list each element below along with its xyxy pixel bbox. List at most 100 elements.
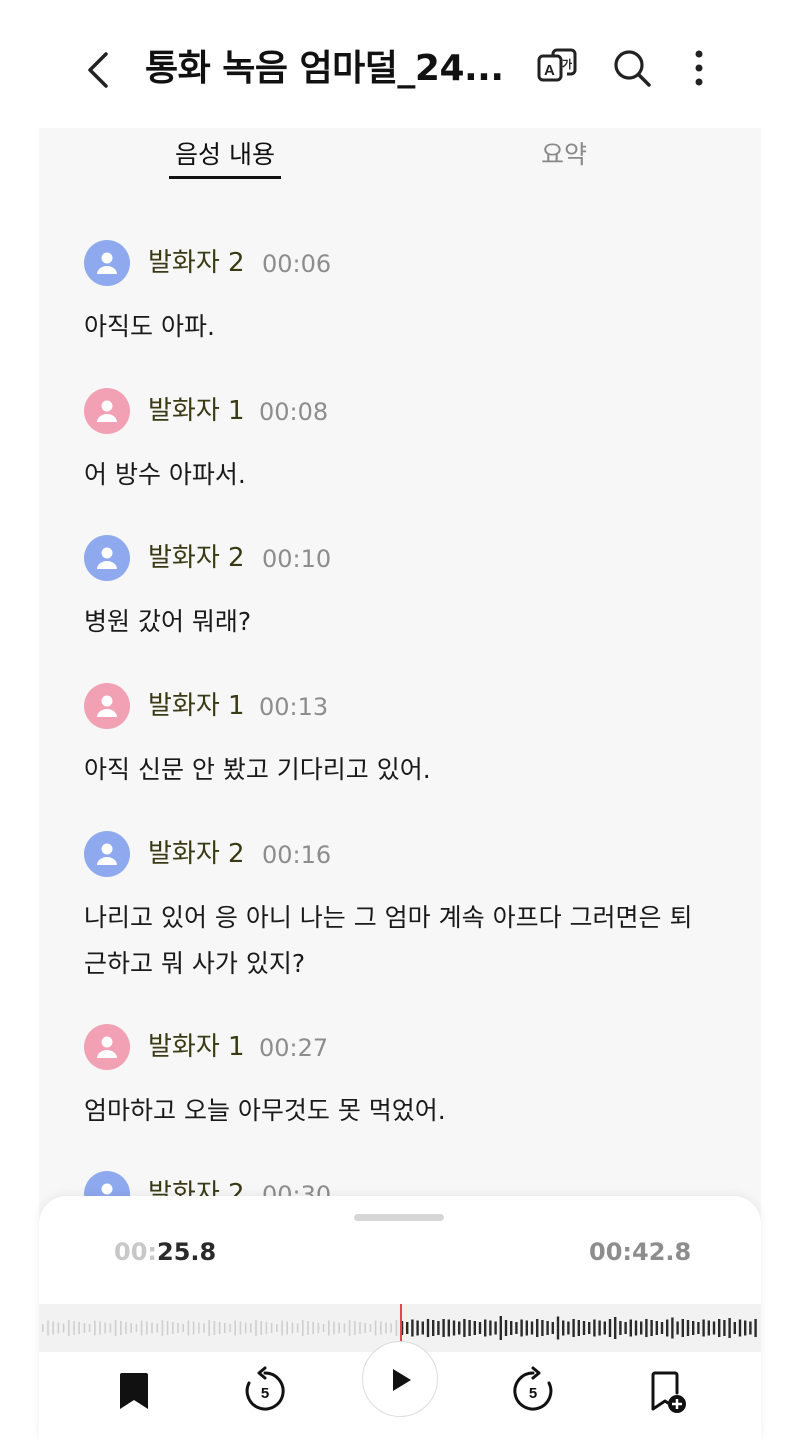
waveform-bar	[125, 1322, 127, 1334]
waveform-bar	[52, 1321, 54, 1335]
waveform-bar	[151, 1322, 153, 1334]
waveform-bar	[203, 1323, 205, 1333]
speaker-name: 발화자 2	[148, 543, 245, 573]
waveform-bar	[702, 1319, 705, 1337]
waveform-bar	[369, 1324, 372, 1332]
waveform-bar	[385, 1322, 387, 1334]
waveform-bar	[406, 1322, 409, 1334]
waveform-bar	[473, 1321, 476, 1335]
waveform-bar	[57, 1322, 60, 1334]
total-time: 00:42.8	[589, 1238, 692, 1266]
timestamp: 00:06	[262, 250, 332, 278]
tab-summary[interactable]: 요약	[529, 138, 599, 172]
play-button[interactable]	[362, 1341, 438, 1417]
person-icon	[97, 1036, 117, 1058]
waveform-bar	[343, 1323, 346, 1333]
back-button[interactable]	[80, 48, 120, 92]
waveform-bar	[598, 1320, 601, 1336]
waveform-bar	[78, 1322, 80, 1334]
play-icon	[393, 1369, 411, 1391]
waveform-bar	[437, 1321, 440, 1335]
waveform-bar	[577, 1320, 580, 1336]
tab-voice-content[interactable]: 음성 내용	[169, 138, 281, 172]
waveform-bar	[177, 1323, 179, 1333]
waveform-bar	[172, 1322, 174, 1334]
message-text: 아직 신문 안 봤고 기다리고 있어.	[84, 755, 431, 784]
bookmark-button[interactable]	[109, 1366, 159, 1416]
message-text: 나리고 있어 응 아니 나는 그 엄마 계속 아프다 그러면은 퇴근하고 뭐 사…	[84, 903, 693, 978]
waveform-bar	[322, 1324, 325, 1332]
waveform-bar	[62, 1323, 65, 1333]
waveform-bar	[296, 1323, 299, 1333]
player-controls: 5 5	[39, 1341, 761, 1440]
waveform-bar	[42, 1324, 44, 1332]
waveform-bar	[504, 1320, 508, 1336]
message-text: 아직도 아파.	[84, 312, 215, 341]
waveform-bar	[390, 1323, 392, 1333]
avatar	[84, 1024, 130, 1070]
waveform-bar	[213, 1321, 216, 1335]
page-title: 통화 녹음 엄마덜_24...	[145, 48, 504, 89]
message-text: 엄마하고 오늘 아무것도 못 먹었어.	[84, 1096, 446, 1125]
forward-label: 5	[529, 1385, 537, 1402]
waveform-bar	[140, 1320, 143, 1336]
waveform-bar	[161, 1320, 164, 1336]
bookmark-add-icon	[651, 1371, 686, 1413]
waveform-bar	[676, 1321, 679, 1335]
waveform-bar	[510, 1321, 513, 1335]
waveform-bar	[541, 1320, 544, 1336]
waveform-bar	[499, 1316, 502, 1340]
transcript-list[interactable]: 음성 내용 요약 발화자 2 00:06 아직도 아파. 발화자 1 00:08…	[39, 128, 761, 1208]
waveform-bar	[458, 1321, 461, 1335]
more-options-button[interactable]	[677, 46, 721, 90]
person-icon	[97, 400, 117, 422]
waveform-bar	[603, 1321, 606, 1335]
waveform-bar	[718, 1319, 721, 1337]
speaker-name: 발화자 1	[148, 396, 245, 426]
tab-selected-indicator	[169, 176, 281, 179]
waveform-bar	[192, 1321, 195, 1335]
translate-button[interactable]: A 가	[535, 46, 579, 90]
app-header: 통화 녹음 엄마덜_24... A 가	[0, 0, 810, 130]
forward-5-button[interactable]: 5	[508, 1366, 558, 1416]
waveform-bar	[520, 1319, 523, 1337]
message-text: 병원 갔어 뭐래?	[84, 607, 252, 636]
translate-icon: A 가	[537, 48, 577, 82]
waveform-bar	[634, 1320, 638, 1336]
waveform-bar	[494, 1321, 497, 1335]
waveform-bar	[582, 1321, 586, 1335]
svg-text:가: 가	[562, 57, 572, 71]
waveform-bar	[83, 1323, 86, 1333]
waveform-bar	[68, 1320, 70, 1336]
waveform-bar	[478, 1322, 482, 1334]
waveform-bar	[281, 1320, 283, 1336]
waveform-bar	[645, 1319, 648, 1337]
waveform-bar	[104, 1322, 106, 1334]
svg-text:A: A	[544, 62, 555, 79]
waveform-bar	[432, 1320, 435, 1336]
waveform-bar	[463, 1319, 466, 1337]
drag-handle[interactable]	[354, 1214, 444, 1221]
waveform-bar	[681, 1319, 684, 1337]
add-bookmark-button[interactable]	[641, 1366, 691, 1416]
waveform-bar	[265, 1322, 268, 1334]
chevron-left-icon	[88, 52, 108, 88]
waveform-bar	[182, 1324, 184, 1332]
waveform-bar	[588, 1322, 591, 1334]
tab-bar: 음성 내용 요약	[39, 128, 761, 188]
current-time-prefix: 00:	[114, 1238, 157, 1266]
waveform-bar	[707, 1320, 710, 1336]
search-button[interactable]	[610, 46, 654, 90]
rewind-5-button[interactable]: 5	[240, 1366, 290, 1416]
waveform-bar	[187, 1320, 190, 1336]
person-icon	[97, 252, 117, 274]
waveform-bar	[723, 1320, 726, 1336]
person-icon	[97, 843, 117, 865]
waveform-bar	[338, 1322, 340, 1334]
waveform-bar	[489, 1320, 492, 1336]
waveform-bar	[307, 1321, 309, 1335]
waveform-bar	[525, 1320, 528, 1336]
speaker-name: 발화자 1	[148, 1032, 245, 1062]
rewind-5-icon: 5	[245, 1366, 285, 1411]
waveform-bar	[666, 1319, 669, 1337]
